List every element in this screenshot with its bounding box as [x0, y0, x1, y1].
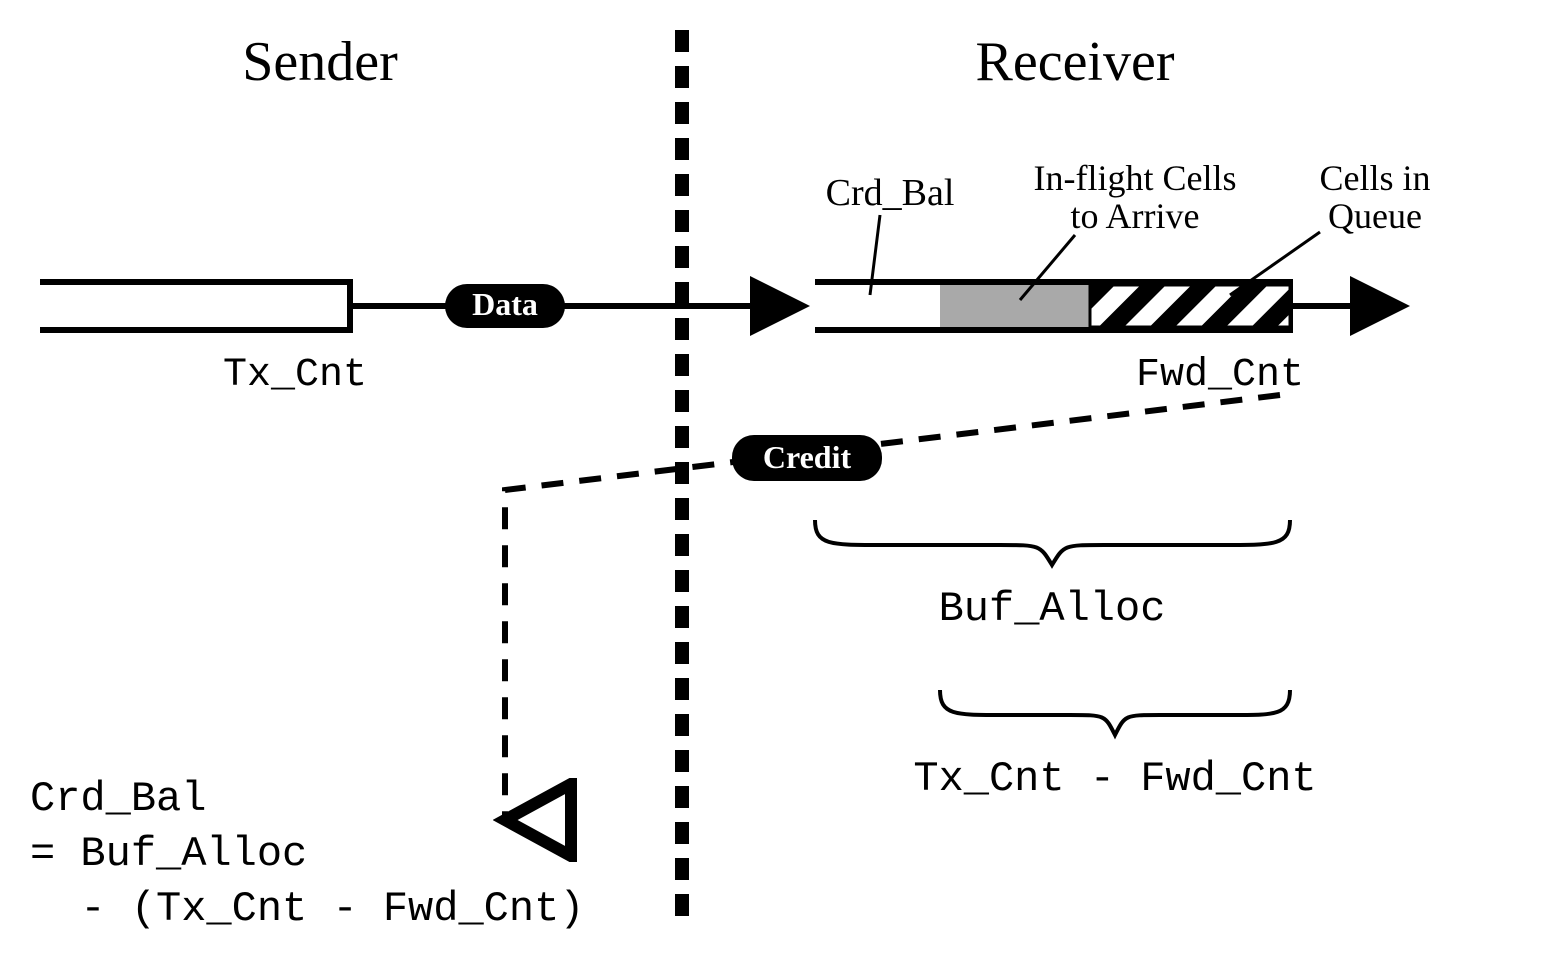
formula-line1: Crd_Bal [30, 775, 206, 823]
credit-label-pill: Credit [732, 435, 882, 481]
txfwd-brace [940, 690, 1290, 735]
inflight-label-line1: In-flight Cells [1034, 158, 1237, 198]
formula-line3: - (Tx_Cnt - Fwd_Cnt) [30, 885, 585, 933]
sender-queue [40, 279, 350, 333]
crd-bal-label: Crd_Bal [826, 172, 955, 214]
data-label-pill: Data [445, 284, 565, 328]
receiver-buffer [815, 279, 1290, 333]
queue-segment [1090, 285, 1290, 327]
receiver-title: Receiver [976, 31, 1175, 93]
diagram-canvas: Sender Receiver Data Tx_Cnt Fwd_Cnt Crd_… [0, 0, 1546, 966]
fwd-cnt-label: Fwd_Cnt [1136, 353, 1304, 398]
crd-bal-segment [815, 285, 940, 327]
buf-alloc-brace [815, 520, 1290, 565]
buf-alloc-label: Buf_Alloc [939, 585, 1166, 633]
txfwd-label: Tx_Cnt - Fwd_Cnt [913, 755, 1316, 803]
formula-line2: = Buf_Alloc [30, 830, 307, 878]
credit-label: Credit [763, 439, 852, 475]
inflight-segment [940, 285, 1090, 327]
sender-title: Sender [242, 31, 398, 93]
tx-cnt-label: Tx_Cnt [223, 353, 367, 398]
data-label: Data [472, 286, 538, 322]
cellsq-label-line1: Cells in [1319, 158, 1430, 198]
cellsq-label-line2: Queue [1328, 196, 1422, 236]
inflight-label-line2: to Arrive [1071, 196, 1200, 236]
